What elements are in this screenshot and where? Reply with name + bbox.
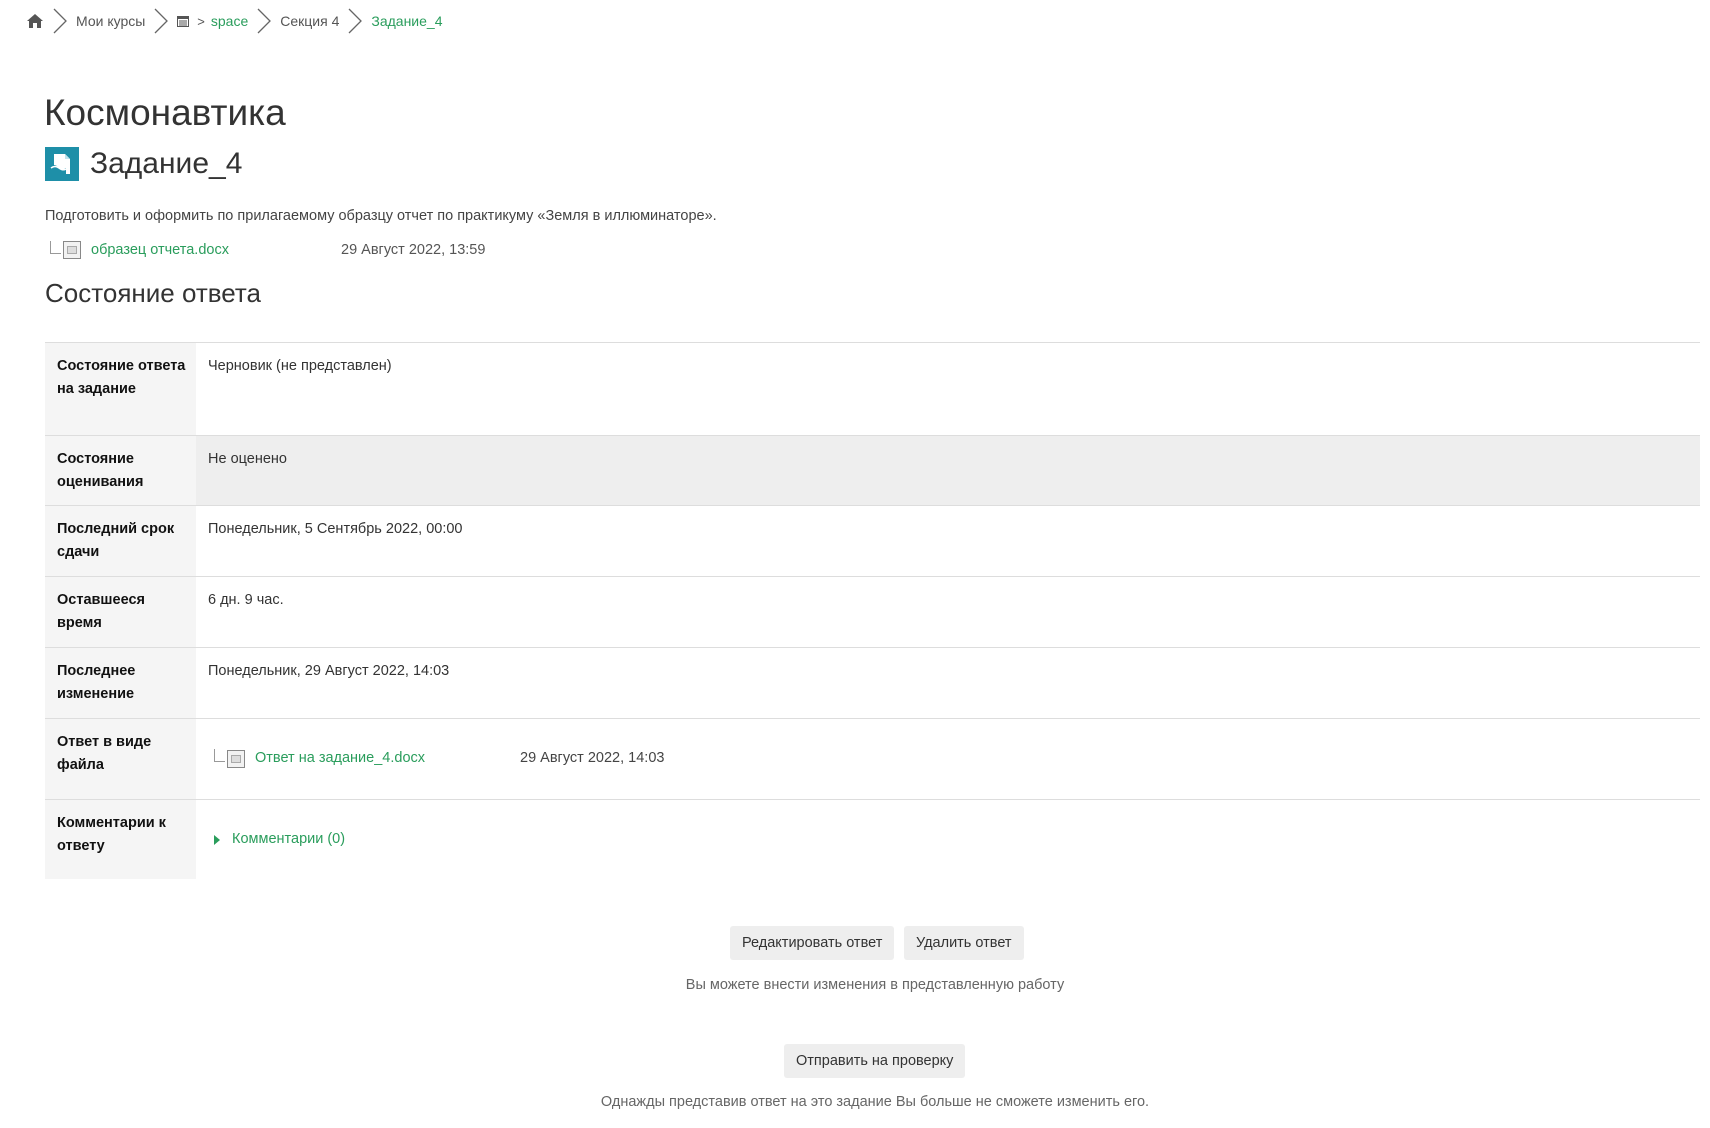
submission-status-heading: Состояние ответа: [45, 278, 261, 308]
expand-triangle-icon: [214, 834, 220, 845]
attachment-date: 29 Август 2022, 13:59: [341, 242, 486, 258]
comments-toggle[interactable]: Комментарии (0): [208, 812, 345, 851]
row-label: Состояние ответа на задание: [45, 342, 196, 436]
activity-title: Задание_4: [90, 147, 243, 180]
row-label: Комментарии к ответу: [45, 799, 196, 879]
breadcrumb-separator-icon: [147, 8, 175, 34]
course-title: Космонавтика: [44, 92, 286, 133]
edit-submission-button[interactable]: Редактировать ответ: [730, 926, 895, 960]
breadcrumb-section[interactable]: Секция 4: [280, 13, 339, 29]
row-label: Состояние оценивания: [45, 435, 196, 506]
row-label: Оставшееся время: [45, 576, 196, 648]
activity-header: Задание_4: [45, 146, 242, 182]
table-row: Последнее изменение Понедельник, 29 Авгу…: [45, 647, 1700, 719]
row-label: Ответ в виде файла: [45, 718, 196, 800]
submission-status-value: Черновик (не представлен): [196, 342, 1700, 436]
row-label: Последний срок сдачи: [45, 505, 196, 577]
docx-file-icon: [227, 749, 245, 768]
delete-submission-button[interactable]: Удалить ответ: [904, 926, 1024, 960]
submitted-file-date: 29 Август 2022, 14:03: [520, 750, 665, 766]
table-row: Ответ в виде файла Ответ на задание_4.do…: [45, 718, 1700, 800]
breadcrumb-course[interactable]: space: [211, 13, 248, 29]
breadcrumb: Мои курсы > space Секция 4 Задание_4: [26, 8, 442, 34]
table-row: Комментарии к ответу Комментарии (0): [45, 799, 1700, 879]
grading-status-value: Не оценено: [196, 435, 1700, 506]
table-row: Состояние оценивания Не оценено: [45, 435, 1700, 506]
docx-file-icon: [63, 241, 81, 259]
table-row: Состояние ответа на задание Черновик (не…: [45, 342, 1700, 436]
breadcrumb-separator-icon: [341, 8, 369, 34]
submit-for-grading-button[interactable]: Отправить на проверку: [784, 1044, 966, 1078]
edit-hint: Вы можете внести изменения в представлен…: [685, 977, 1065, 993]
home-icon[interactable]: [26, 8, 44, 34]
submitted-file-link[interactable]: Ответ на задание_4.docx: [255, 747, 425, 770]
comments-link[interactable]: Комментарии (0): [232, 828, 345, 851]
file-submission-cell: Ответ на задание_4.docx 29 Август 2022, …: [196, 718, 1700, 800]
table-row: Оставшееся время 6 дн. 9 час.: [45, 576, 1700, 648]
attachment-link[interactable]: образец отчета.docx: [91, 242, 341, 258]
comments-cell: Комментарии (0): [196, 799, 1700, 879]
assignment-icon: [45, 147, 79, 181]
intro-attachment: образец отчета.docx 29 Август 2022, 13:5…: [50, 240, 486, 259]
breadcrumb-separator-icon: [46, 8, 74, 34]
course-index-icon: [177, 15, 190, 27]
submit-hint: Однажды представив ответ на это задание …: [600, 1094, 1150, 1110]
tree-connector: [50, 240, 61, 254]
last-modified-value: Понедельник, 29 Август 2022, 14:03: [196, 647, 1700, 719]
submission-status-table: Состояние ответа на задание Черновик (не…: [45, 342, 1700, 879]
breadcrumb-current[interactable]: Задание_4: [371, 13, 442, 29]
breadcrumb-separator-icon: [250, 8, 278, 34]
row-label: Последнее изменение: [45, 647, 196, 719]
table-row: Последний срок сдачи Понедельник, 5 Сент…: [45, 505, 1700, 577]
assignment-intro: Подготовить и оформить по прилагаемому о…: [45, 208, 717, 224]
time-remaining-value: 6 дн. 9 час.: [196, 576, 1700, 648]
due-date-value: Понедельник, 5 Сентябрь 2022, 00:00: [196, 505, 1700, 577]
breadcrumb-my-courses[interactable]: Мои курсы: [76, 13, 145, 29]
breadcrumb-small-separator-icon: >: [197, 13, 205, 29]
tree-connector: [214, 749, 225, 762]
